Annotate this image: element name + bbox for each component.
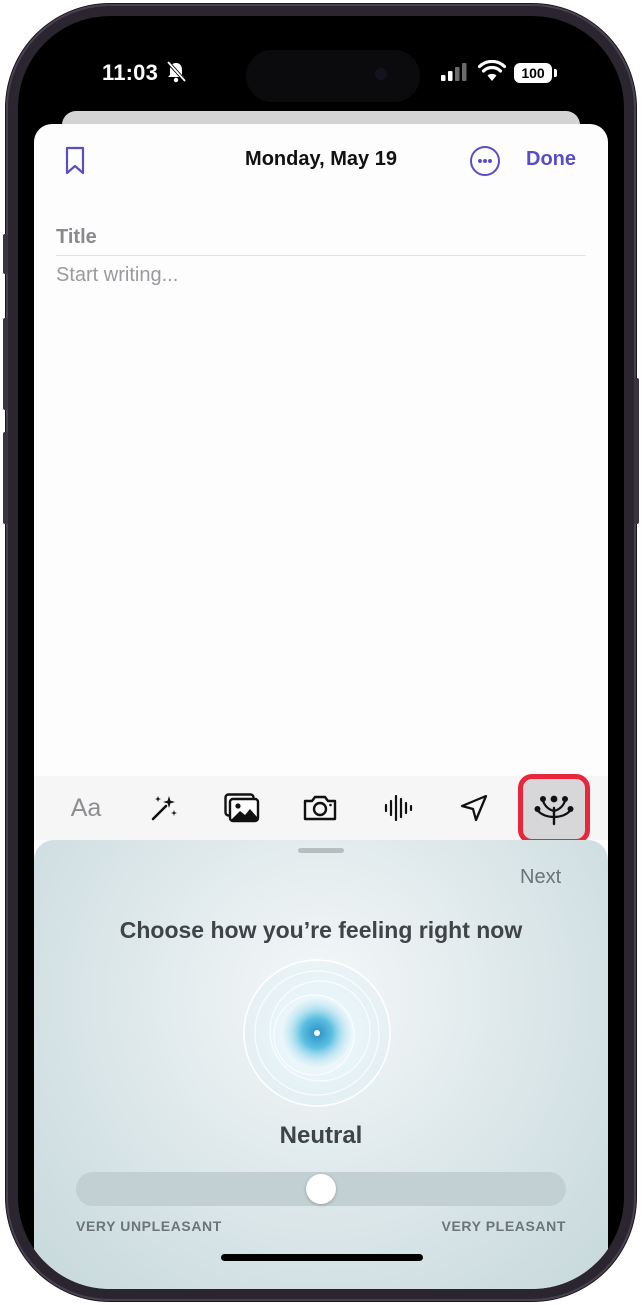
mood-prompt: Choose how you’re feeling right now [119,917,523,943]
very-pleasant-label: VERY PLEASANT [441,1218,566,1234]
volume-up-button [3,318,8,410]
entry-header: Monday, May 19 Done [34,124,608,200]
mood-picker-panel: Next Choose how you’re feeling right now [34,840,608,1289]
photo-library-button[interactable] [212,776,272,840]
entry-date: Monday, May 19 [245,148,397,170]
audio-waveform-icon [384,794,413,822]
ellipsis-dot [488,159,492,163]
photo-library-icon [224,793,260,823]
title-input[interactable] [56,220,586,256]
done-button[interactable]: Done [526,148,576,171]
state-of-mind-button[interactable] [518,774,590,844]
power-button [634,378,639,524]
text-format-label: Aa [70,793,102,822]
battery-level: 100 [514,63,552,83]
wifi-icon [478,60,506,81]
mood-slider-thumb[interactable] [306,1174,336,1204]
sheet-grabber[interactable] [298,848,344,853]
action-button [3,234,8,274]
silent-bell-icon [166,61,186,83]
magic-wand-icon [151,796,177,821]
status-time: 11:03 [102,60,159,85]
text-format-button[interactable]: Aa [56,776,116,840]
next-button[interactable]: Next [520,866,561,889]
audio-recording-button[interactable] [368,776,428,840]
camera-icon [303,795,337,821]
volume-down-button [3,432,8,524]
screen: 11:03 100 Monday, May 19 Done Title Star… [18,16,624,1289]
very-unpleasant-label: VERY UNPLEASANT [76,1218,222,1234]
mood-label: Neutral [279,1122,363,1149]
writing-tools-button[interactable] [134,776,194,840]
body-textarea[interactable] [56,264,586,744]
camera-button[interactable] [290,776,350,840]
journal-entry-sheet: Monday, May 19 Done Aa [34,124,608,1289]
home-indicator[interactable] [221,1254,423,1261]
mood-slider[interactable] [76,1172,566,1206]
location-arrow-icon [460,794,488,822]
ellipsis-dot [483,159,487,163]
ellipsis-icon [478,159,482,163]
battery-cap [554,69,557,77]
state-of-mind-icon [534,795,574,826]
mood-orb-icon [243,959,391,1107]
location-button[interactable] [444,776,504,840]
front-camera [370,63,392,85]
dynamic-island [246,50,420,102]
cellular-signal-icon [441,63,467,81]
more-options-button[interactable] [470,146,500,176]
